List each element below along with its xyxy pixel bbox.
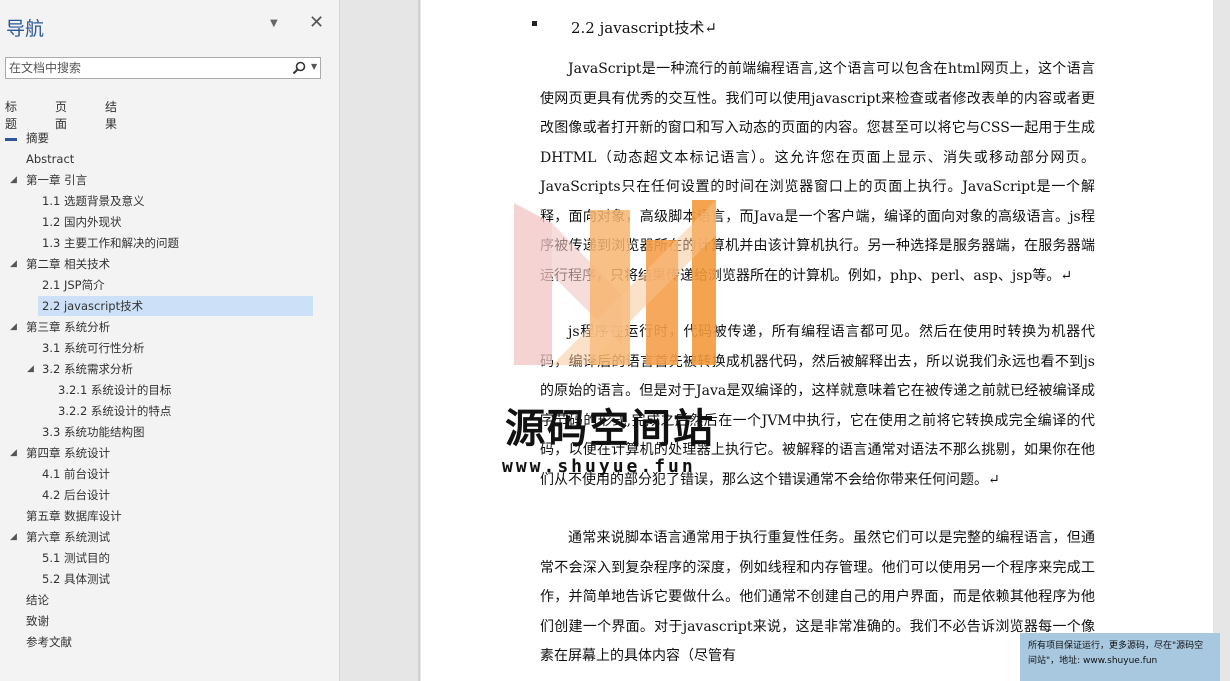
tree-item-label: 2.2 javascript技术: [42, 299, 144, 313]
watermark-url: www.shuyue.fun: [502, 456, 696, 477]
nav-title: 导航: [6, 18, 45, 40]
tree-item[interactable]: 2.2 javascript技术: [38, 296, 313, 316]
tree-item-label: 第六章 系统测试: [26, 530, 111, 544]
tree-item-label: 1.2 国内外现状: [42, 215, 122, 229]
tab-pages[interactable]: 页面: [55, 98, 67, 138]
tree-item[interactable]: 5.2 具体测试: [42, 569, 110, 589]
section-heading: 2.2 javascript技术↵: [571, 19, 717, 37]
collapse-arrow-icon[interactable]: ◢: [10, 254, 17, 274]
tree-item[interactable]: 3.3 系统功能结构图: [42, 422, 144, 442]
search-box[interactable]: ▼: [5, 57, 321, 79]
tree-item-label: 第五章 数据库设计: [26, 509, 122, 523]
paragraph-3: 通常来说脚本语言通常用于执行重复性任务。虽然它们可以是完整的编程语言，但通常不会…: [540, 530, 1095, 664]
tree-item-label: 1.1 选题背景及意义: [42, 194, 145, 208]
tree-item[interactable]: 1.2 国内外现状: [42, 212, 121, 232]
tree-item-label: 结论: [26, 593, 49, 607]
tree-item[interactable]: 参考文献: [26, 632, 72, 652]
tree-item[interactable]: ◢ 第四章 系统设计: [10, 443, 111, 463]
tree-item-label: 5.2 具体测试: [42, 572, 110, 586]
collapse-arrow-icon[interactable]: ◢: [27, 359, 34, 379]
tree-item-label: 第一章 引言: [26, 173, 88, 187]
tree-item[interactable]: 1.3 主要工作和解决的问题: [42, 233, 179, 253]
tab-headings[interactable]: 标题: [5, 98, 18, 141]
watermark-text: 源码空间站: [505, 406, 715, 452]
tree-item-label: 3.2.2 系统设计的特点: [58, 404, 172, 418]
tree-item[interactable]: ◢ 第二章 相关技术: [10, 254, 111, 274]
document-gutter: [340, 0, 420, 681]
navigation-pane: 导航 ▼ ✕ ▼ 标题 页面 结果 摘要 Abstract ◢ 第一章 引言 1.1 选…: [0, 0, 340, 681]
tab-results[interactable]: 结果: [105, 98, 117, 138]
tree-item-label: 第四章 系统设计: [26, 446, 111, 460]
tree-item[interactable]: 5.1 测试目的: [42, 548, 110, 568]
tree-item[interactable]: ◢ 第一章 引言: [10, 170, 88, 190]
nav-options-dropdown-icon[interactable]: ▼: [270, 18, 278, 29]
document-right-margin: [1213, 0, 1230, 681]
tree-item[interactable]: 摘要: [26, 128, 49, 148]
tree-item-label: 第三章 系统分析: [26, 320, 111, 334]
tree-item[interactable]: 致谢: [26, 611, 49, 631]
tree-item-label: 参考文献: [26, 635, 72, 649]
watermark-logo-icon: [514, 200, 716, 365]
tree-item[interactable]: 第五章 数据库设计: [26, 506, 122, 526]
tree-item[interactable]: ◢ 3.2 系统需求分析: [27, 359, 133, 379]
tree-item-label: 4.1 前台设计: [42, 467, 110, 481]
tree-item-label: 3.2 系统需求分析: [42, 362, 133, 376]
collapse-arrow-icon[interactable]: ◢: [10, 527, 17, 547]
tree-item[interactable]: 1.1 选题背景及意义: [42, 191, 144, 211]
page-edge: [418, 0, 420, 681]
tree-item-label: 摘要: [26, 131, 49, 145]
tree-item[interactable]: 3.1 系统可行性分析: [42, 338, 144, 358]
tree-item-label: 1.3 主要工作和解决的问题: [42, 236, 179, 250]
tree-item-label: 4.2 后台设计: [42, 488, 110, 502]
tree-item[interactable]: 结论: [26, 590, 49, 610]
collapse-arrow-icon[interactable]: ◢: [10, 317, 17, 337]
tree-item[interactable]: ◢ 第三章 系统分析: [10, 317, 111, 337]
tree-item-label: 3.1 系统可行性分析: [42, 341, 145, 355]
tree-item[interactable]: 3.2.2 系统设计的特点: [58, 401, 171, 421]
collapse-arrow-icon[interactable]: ◢: [10, 443, 17, 463]
tree-item-label: 3.3 系统功能结构图: [42, 425, 145, 439]
search-icon[interactable]: [292, 61, 306, 75]
collapse-arrow-icon[interactable]: ◢: [10, 170, 17, 190]
notice-banner: 所有项目保证运行，更多源码，尽在"源码空间站"，地址: www.shuyue.f…: [1020, 633, 1220, 681]
tree-item-label: 第二章 相关技术: [26, 257, 111, 271]
tree-item[interactable]: 4.2 后台设计: [42, 485, 110, 505]
tree-item-label: 5.1 测试目的: [42, 551, 110, 565]
tree-item[interactable]: 4.1 前台设计: [42, 464, 110, 484]
tree-item-label: 致谢: [26, 614, 49, 628]
search-options-icon[interactable]: ▼: [311, 62, 317, 71]
close-icon[interactable]: ✕: [309, 12, 324, 33]
tree-item[interactable]: 3.2.1 系统设计的目标: [58, 380, 171, 400]
heading-bullet-icon: [532, 21, 537, 26]
tree-item-label: 2.1 JSP简介: [42, 278, 105, 292]
tree-item[interactable]: Abstract: [26, 149, 74, 169]
search-input[interactable]: [6, 58, 282, 78]
tree-item[interactable]: ◢ 第六章 系统测试: [10, 527, 111, 547]
tree-item-label: Abstract: [26, 152, 75, 166]
tree-item[interactable]: 2.1 JSP简介: [42, 275, 105, 295]
tree-item-label: 3.2.1 系统设计的目标: [58, 383, 172, 397]
